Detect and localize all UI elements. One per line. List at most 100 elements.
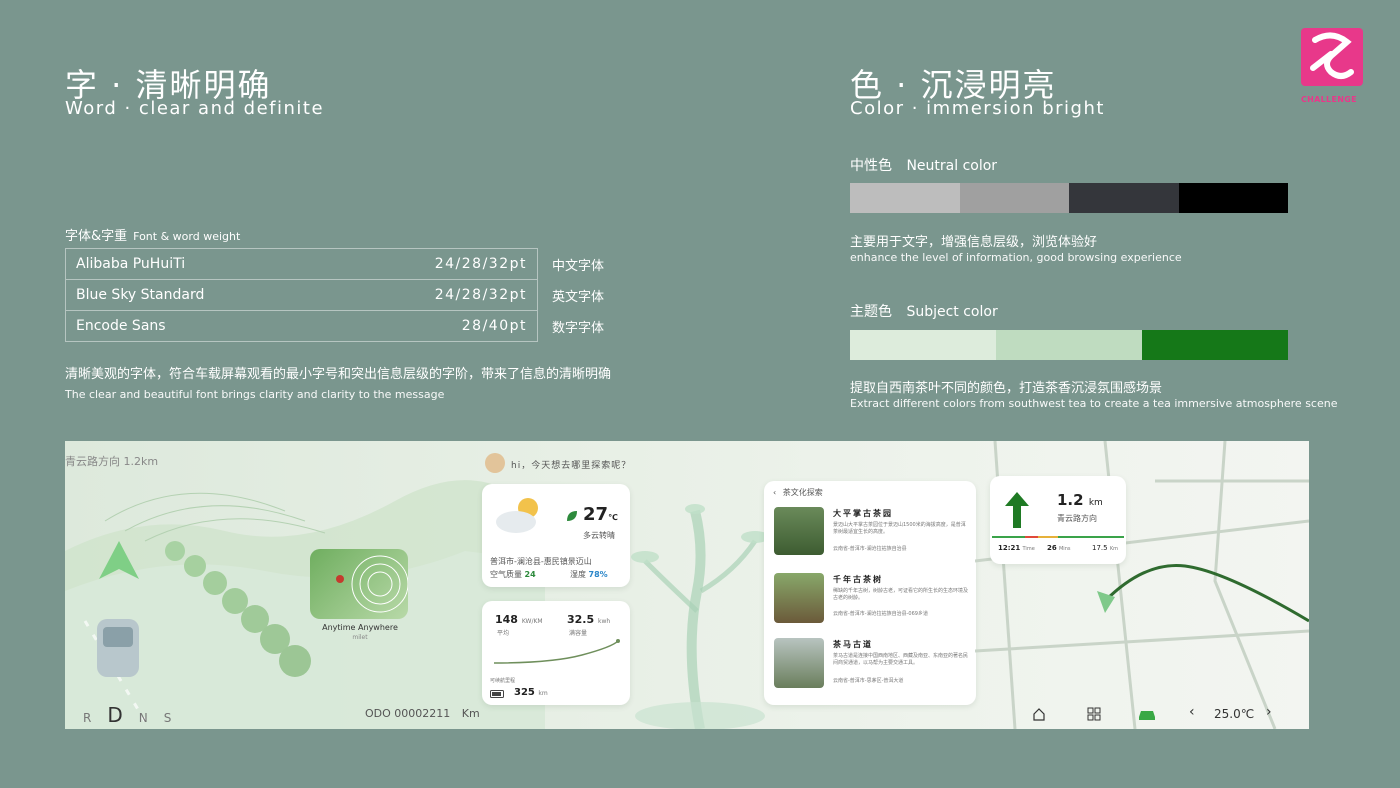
hum-value: 78% xyxy=(588,570,608,579)
subject-swatch xyxy=(850,330,996,360)
tea-addr: 云南省-普洱市-澜沧拉祜族自治县-069乡道 xyxy=(833,611,928,617)
temp-up-icon[interactable]: › xyxy=(1266,704,1272,720)
home-icon[interactable] xyxy=(1032,707,1046,721)
font-size: 24/28/32pt xyxy=(434,256,527,272)
aq-label: 空气质量 xyxy=(490,570,522,579)
weather-card[interactable]: 27℃ 多云转晴 普洱市-澜沧县-惠民镇景迈山 空气质量 24 湿度 78% xyxy=(482,484,630,587)
font-tag: 数字字体 xyxy=(552,321,605,336)
music-artist: milet xyxy=(352,634,368,641)
battery-icon xyxy=(490,690,504,698)
font-tag: 英文字体 xyxy=(552,290,605,305)
navigation-card[interactable]: 1.2 km 青云路方向 12:21 Time 26 Mins 17.5 Km xyxy=(990,476,1126,564)
turn-distance: 1.2 km xyxy=(1057,491,1103,509)
consumption-label: 平均 xyxy=(497,630,510,637)
aq-value: 24 xyxy=(524,570,536,579)
temp-value: 27 xyxy=(583,504,609,525)
neutral-swatch xyxy=(1069,183,1179,213)
neutral-swatches xyxy=(850,183,1288,213)
turn-road: 青云路方向 xyxy=(1057,514,1097,523)
energy-curve xyxy=(493,639,620,664)
remain: 17.5 Km xyxy=(1092,544,1118,552)
gear-n[interactable]: N xyxy=(139,711,148,725)
tea-thumb[interactable] xyxy=(774,507,824,555)
greeting-text: hi，今天想去哪里探索呢？ xyxy=(511,461,632,471)
tea-thumb[interactable] xyxy=(774,638,824,688)
font-desc-cn: 清晰美观的字体，符合车载屏幕观看的最小字号和突出信息层级的字阶，带来了信息的清晰… xyxy=(65,367,612,382)
consumption-value: 148 xyxy=(495,613,518,626)
music-title: Anytime Anywhere xyxy=(322,623,398,632)
capacity-unit: kwh xyxy=(597,618,611,625)
back-chevron-icon[interactable]: ‹ xyxy=(773,488,776,497)
font-name: Blue Sky Standard xyxy=(76,287,205,303)
eta-label: Time xyxy=(1022,546,1035,552)
font-row: Blue Sky Standard 24/28/32pt xyxy=(65,280,538,311)
tea-title[interactable]: 大平掌古茶园 xyxy=(833,508,893,519)
font-label-cn: 字体&字重 xyxy=(65,229,128,244)
vinyl-icon xyxy=(336,555,409,613)
subject-swatch xyxy=(996,330,1142,360)
tea-thumb[interactable] xyxy=(774,573,824,623)
leaf-icon xyxy=(567,511,577,521)
neutral-swatch xyxy=(959,183,1069,213)
range: 325 km xyxy=(514,687,548,698)
energy-card[interactable]: 148 KW/KM 平均 32.5 kwh 满容量 可续航里程 325 km xyxy=(482,601,630,705)
humidity: 湿度 78% xyxy=(570,569,608,580)
mins-value: 26 xyxy=(1047,544,1057,552)
logo-mark-icon xyxy=(1310,32,1354,79)
neutral-desc-en: enhance the level of information, good b… xyxy=(850,251,1182,264)
assistant-avatar[interactable] xyxy=(485,453,505,473)
neutral-label-en: Neutral color xyxy=(906,158,998,174)
dist-unit: km xyxy=(1088,498,1103,508)
font-label-en: Font & word weight xyxy=(133,230,241,243)
temp-unit: ℃ xyxy=(608,513,618,522)
tea-desc: 茶马古道是连接中国西南地区、西藏及南亚、东南亚的著名民间商贸通道，以马帮为主要交… xyxy=(833,653,969,666)
word-title-en: Word · clear and definite xyxy=(65,98,325,119)
car-mode-icon[interactable] xyxy=(1138,707,1156,721)
tea-hills-scenery xyxy=(65,480,545,729)
gear-s[interactable]: S xyxy=(164,711,172,725)
car-icon xyxy=(97,619,139,677)
capacity: 32.5 kwh xyxy=(567,613,610,626)
tea-addr: 云南省-普洱市-思茅区-普洱大道 xyxy=(833,678,904,684)
partly-cloudy-icon xyxy=(496,498,538,533)
gear-r[interactable]: R xyxy=(83,711,91,725)
tea-title[interactable]: 千年古茶树 xyxy=(833,574,883,585)
mins-label: Mins xyxy=(1058,546,1071,552)
gear-selector[interactable]: R D N S xyxy=(83,703,171,727)
font-weight-label: 字体&字重 Font & word weight xyxy=(65,225,240,244)
gear-d[interactable]: D xyxy=(107,703,122,727)
traffic-bar xyxy=(992,536,1124,538)
odo-unit: Km xyxy=(461,707,480,720)
color-title-en: Color · immersion bright xyxy=(850,98,1105,119)
temp-down-icon[interactable]: ‹ xyxy=(1189,704,1195,720)
neutral-swatch xyxy=(850,183,960,213)
subject-label-cn: 主题色 xyxy=(850,304,892,320)
climate-temp: 25.0℃ xyxy=(1214,707,1255,721)
vehicle-dashboard: 青云路方向 1.2km R D N S ODO 00002211 Km Anyt… xyxy=(65,441,1309,729)
challenge-logo xyxy=(1301,28,1363,86)
subject-swatch xyxy=(1142,330,1288,360)
apps-icon[interactable] xyxy=(1087,707,1101,721)
font-desc-en: The clear and beautiful font brings clar… xyxy=(65,388,445,401)
tea-desc: 景迈山大平掌古茶园位于景迈山1500米的海拔高度，是普洱茶树最适宜生长的高度。 xyxy=(833,522,966,535)
album-art[interactable] xyxy=(310,549,409,619)
weather-location: 普洱市-澜沧县-惠民镇景迈山 xyxy=(490,557,592,566)
navigation-arrow-icon xyxy=(99,541,139,579)
odometer: ODO 00002211 Km xyxy=(365,707,480,720)
font-name: Encode Sans xyxy=(76,318,166,334)
range-value: 325 xyxy=(514,687,535,698)
weather-temp: 27℃ xyxy=(583,504,618,525)
tea-culture-card[interactable]: ‹ 茶文化探索 大平掌古茶园 景迈山大平掌古茶园位于景迈山1500米的海拔高度，… xyxy=(764,481,976,705)
capacity-value: 32.5 xyxy=(567,613,595,626)
font-row: Alibaba PuHuiTi 24/28/32pt xyxy=(65,249,538,280)
turn-arrow-icon xyxy=(1005,492,1029,528)
remain-unit: Km xyxy=(1109,546,1118,552)
odo-value: ODO 00002211 xyxy=(365,707,451,720)
nav-hint: 青云路方向 1.2km xyxy=(65,455,159,468)
range-unit: km xyxy=(538,690,548,697)
tea-title[interactable]: 茶马古道 xyxy=(833,639,873,650)
tea-header-label: 茶文化探索 xyxy=(782,488,823,497)
glass-tea-plant xyxy=(631,504,769,729)
tea-header[interactable]: ‹ 茶文化探索 xyxy=(773,487,823,498)
neutral-swatch xyxy=(1178,183,1288,213)
